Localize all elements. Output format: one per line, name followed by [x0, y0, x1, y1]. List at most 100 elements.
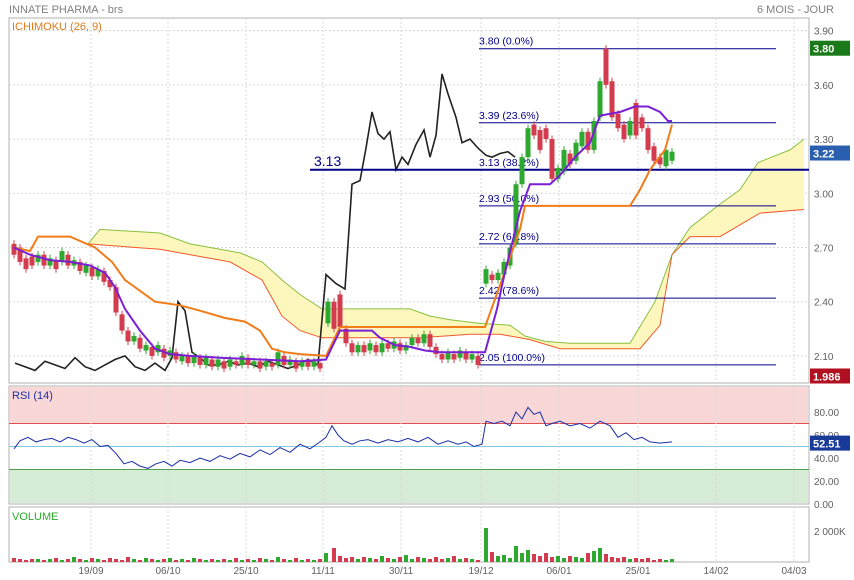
candle-body	[451, 354, 457, 360]
rsi-tick-label: 0.00	[814, 500, 834, 511]
volume-bar	[324, 553, 328, 562]
candle-body	[543, 128, 549, 140]
volume-bar	[598, 548, 602, 562]
ichimoku-label: ICHIMOKU (26, 9)	[12, 21, 102, 33]
volume-bar	[344, 558, 348, 562]
volume-bar	[428, 559, 432, 562]
volume-bar	[446, 558, 450, 562]
candle-body	[203, 357, 209, 365]
x-tick-label: 19/09	[78, 566, 103, 577]
candle-body	[197, 357, 203, 365]
volume-bar	[592, 551, 596, 562]
volume-bar	[228, 560, 232, 562]
volume-bar	[508, 558, 512, 562]
volume-bar	[66, 559, 70, 562]
candle-body	[597, 81, 603, 118]
volume-bar	[434, 557, 438, 562]
volume-bar	[36, 559, 40, 562]
x-tick-label: 25/10	[233, 566, 258, 577]
candle-body	[355, 345, 361, 353]
volume-bar	[150, 559, 154, 562]
rsi-label: RSI (14)	[12, 390, 53, 402]
volume-bar	[416, 557, 420, 562]
candle-body	[263, 361, 269, 367]
volume-bar	[332, 548, 336, 562]
candle-body	[639, 117, 645, 129]
volume-bar	[634, 558, 638, 562]
candle-body	[445, 352, 451, 360]
volume-bar	[350, 557, 354, 562]
candle-body	[415, 337, 421, 344]
candle-body	[379, 343, 385, 353]
volume-bar	[538, 556, 542, 562]
candle-body	[29, 256, 35, 266]
volume-bar	[580, 558, 584, 562]
volume-bar	[24, 560, 28, 562]
volume-bar	[168, 558, 172, 562]
volume-bar	[144, 558, 148, 562]
fib-level-label: 2.05 (100.0%)	[479, 352, 545, 364]
volume-bar	[126, 557, 130, 562]
volume-bar	[18, 559, 22, 562]
volume-bar	[294, 558, 298, 562]
y-tick-label: 2.10	[814, 352, 834, 363]
fib-level-label: 3.80 (0.0%)	[479, 36, 533, 48]
volume-bar	[288, 560, 292, 562]
x-tick-label: 11/11	[311, 566, 335, 577]
volume-bar	[658, 559, 662, 562]
volume-bar	[628, 559, 632, 562]
candle-body	[385, 343, 391, 349]
volume-bar	[374, 559, 378, 562]
volume-bar	[174, 560, 178, 562]
volume-bar	[476, 560, 480, 562]
rsi-tick-label: 80.00	[814, 408, 839, 419]
volume-bar	[306, 559, 310, 562]
candle-body	[421, 334, 427, 344]
volume-bar	[490, 552, 494, 562]
volume-bar	[222, 559, 226, 562]
volume-bar	[464, 558, 468, 562]
candle-body	[209, 359, 215, 367]
volume-bar	[120, 560, 124, 562]
candle-body	[233, 361, 239, 365]
fib-level-label: 2.42 (78.6%)	[479, 285, 539, 297]
volume-bar	[556, 556, 560, 562]
candle-body	[349, 343, 355, 353]
candle-body	[469, 354, 475, 360]
volume-bar	[252, 560, 256, 562]
volume-bar	[240, 560, 244, 562]
candle-body	[317, 363, 323, 369]
volume-bar	[380, 556, 384, 562]
x-tick-label: 14/02	[703, 566, 728, 577]
price-badge-low-label: 1.986	[813, 371, 841, 383]
candle-body	[251, 361, 257, 365]
volume-bar	[258, 558, 262, 562]
x-tick-label: 06/10	[155, 566, 180, 577]
candle-body	[89, 267, 95, 277]
volume-bar	[362, 557, 366, 562]
candle-body	[645, 128, 651, 150]
price-badge-high-label: 3.80	[813, 44, 834, 56]
y-tick-label: 3.30	[814, 135, 834, 146]
volume-tick-label: 2 000K	[814, 527, 846, 538]
candle-body	[331, 301, 337, 329]
volume-bar	[550, 557, 554, 562]
candle-body	[239, 355, 245, 365]
candle-body	[257, 361, 263, 369]
volume-bar	[180, 559, 184, 562]
volume-bar	[502, 555, 506, 562]
volume-bar	[210, 559, 214, 562]
volume-bar	[138, 560, 142, 562]
volume-bar	[544, 553, 548, 562]
candle-body	[311, 361, 317, 367]
volume-bar	[604, 554, 608, 562]
candle-body	[185, 355, 191, 364]
volume-bar	[276, 557, 280, 562]
volume-bar	[132, 559, 136, 562]
candle-body	[119, 314, 125, 331]
volume-bar	[610, 557, 614, 562]
volume-bar	[646, 558, 650, 562]
x-tick-label: 06/01	[546, 566, 571, 577]
candle-body	[125, 330, 131, 342]
candle-body	[603, 48, 609, 85]
